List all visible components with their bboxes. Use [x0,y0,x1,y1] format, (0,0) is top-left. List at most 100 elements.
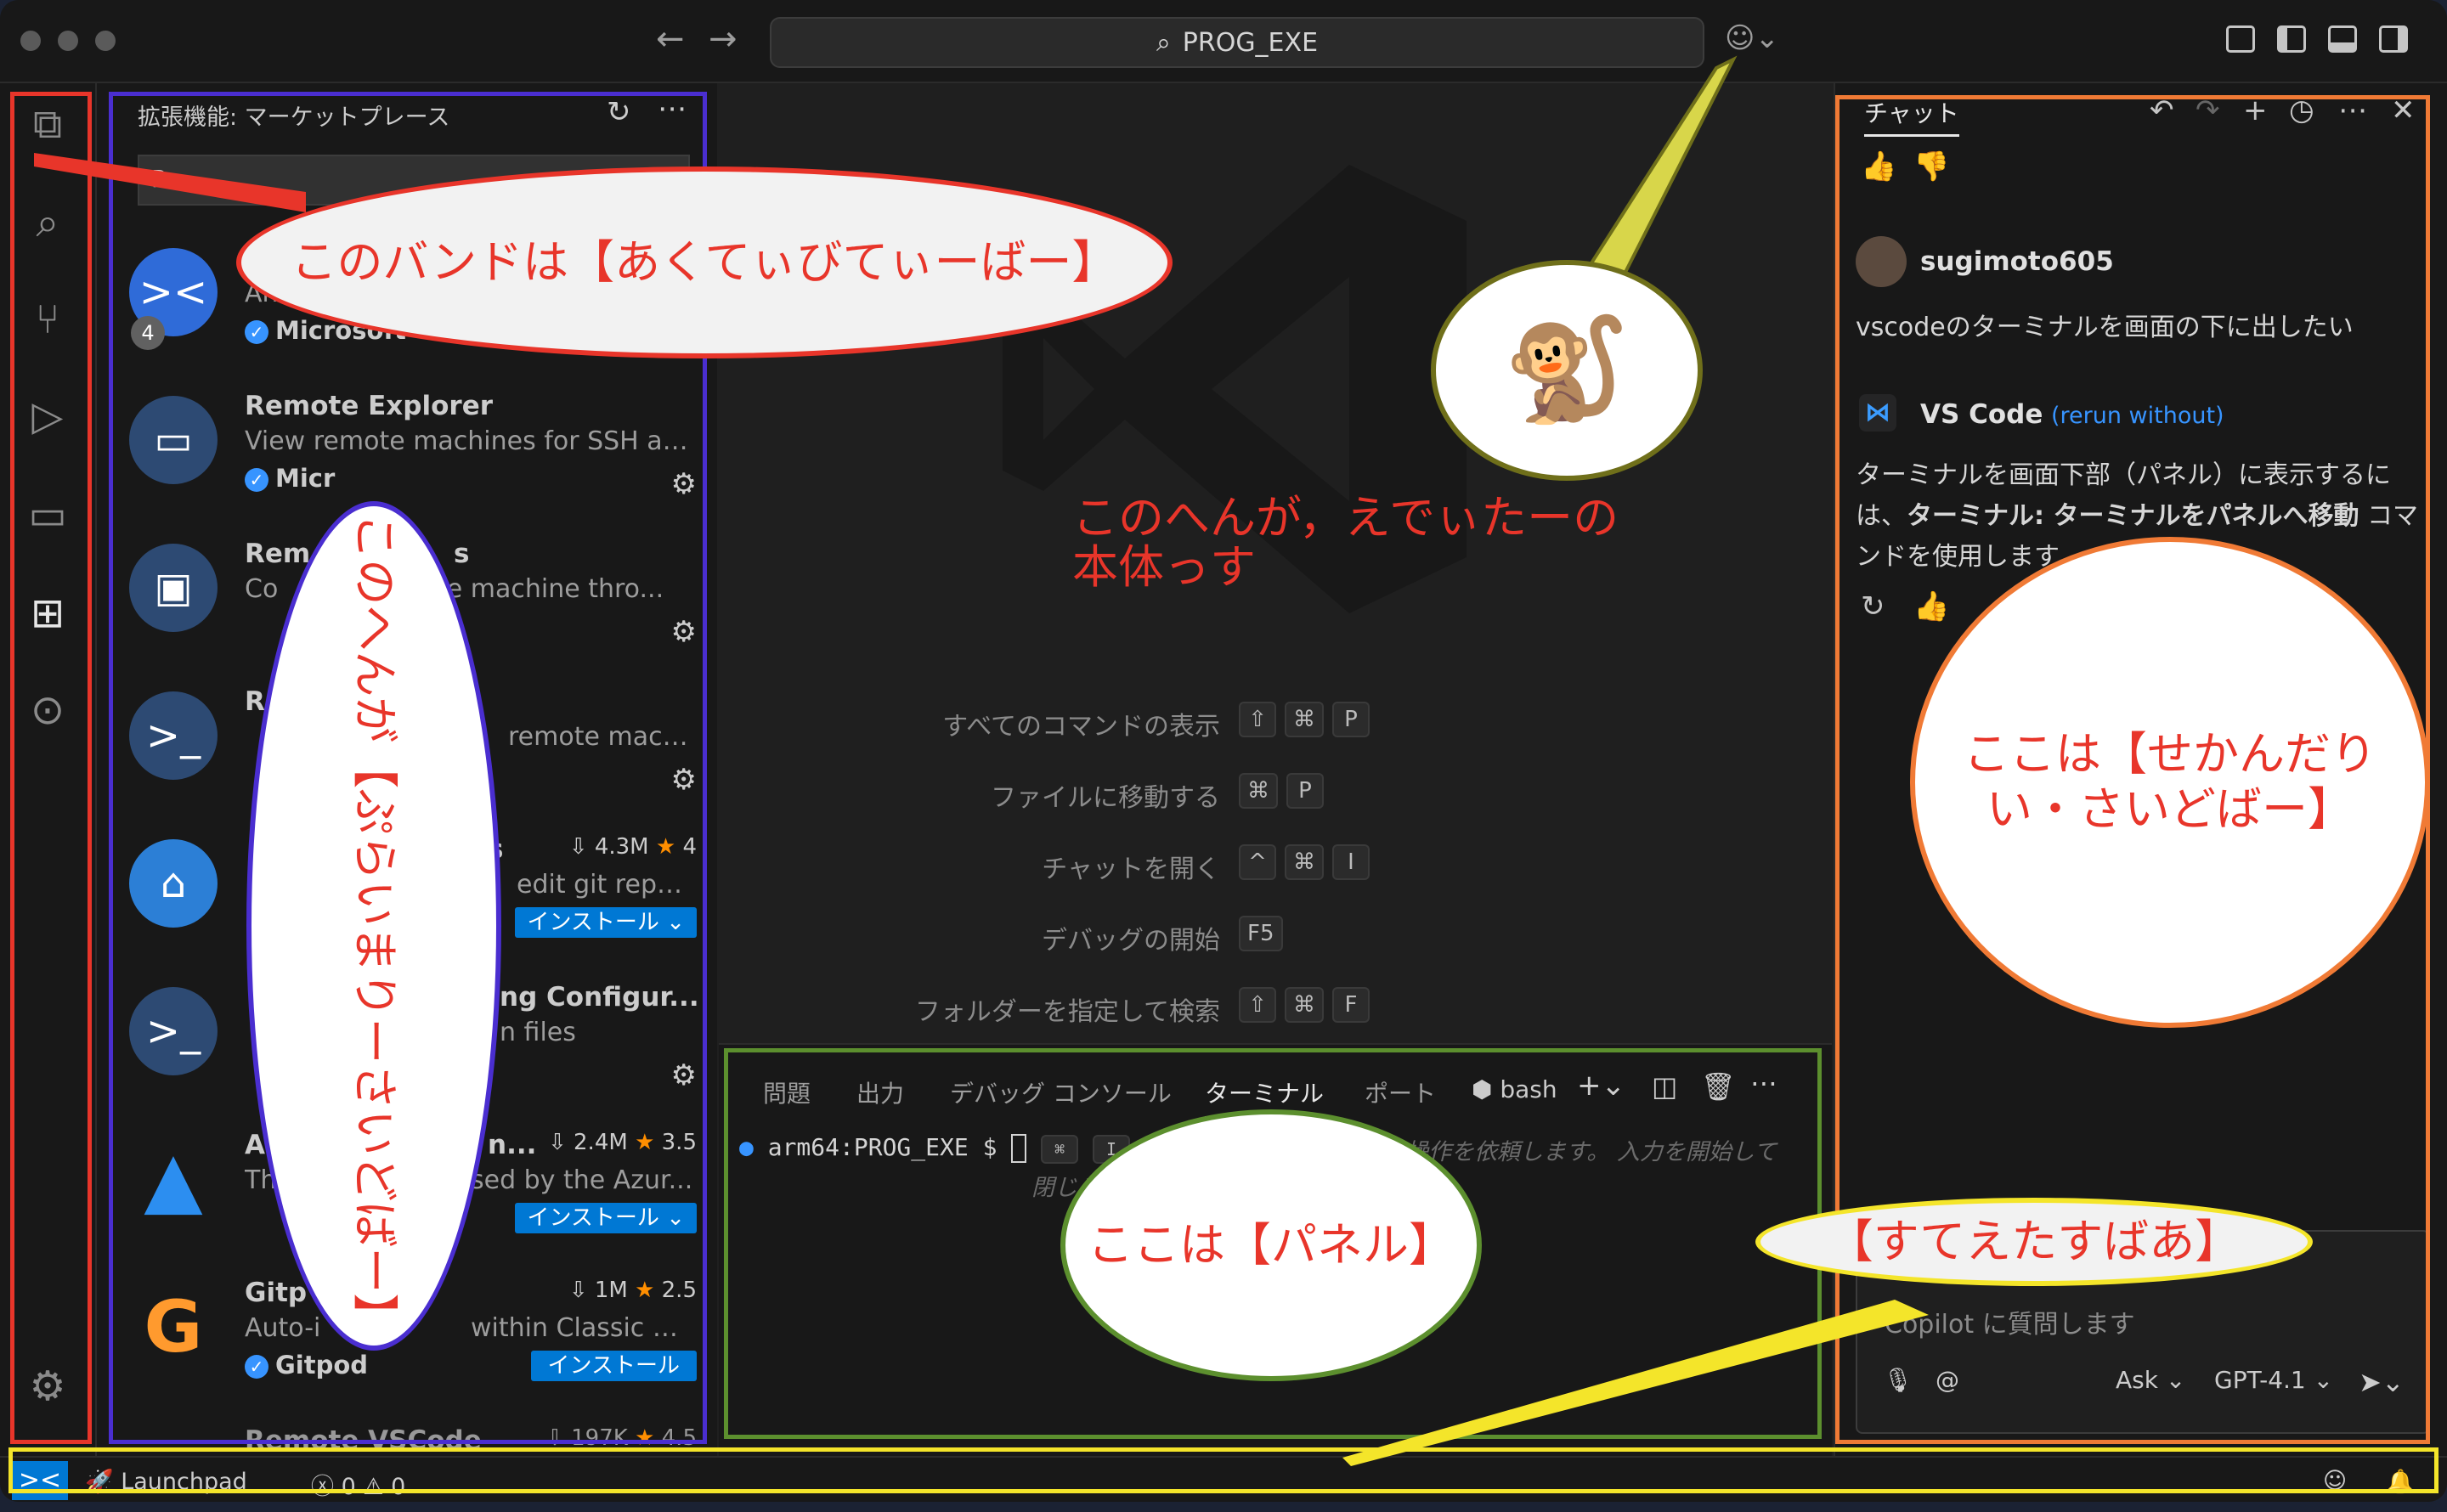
manage-gear-icon[interactable]: ⚙ [671,467,697,501]
thumbs-up-icon[interactable]: 👍 [1861,150,1896,183]
extensions-icon[interactable]: ⊞ [19,584,76,642]
back-arrow-icon[interactable]: ← [656,22,685,56]
install-button[interactable]: インストール ⌄ [515,1203,697,1233]
tab-chat[interactable]: チャット [1864,95,1959,137]
terminal-hint: 操作を依頼します。 入力を開始して [1405,1139,1777,1165]
install-button[interactable]: インストール [530,1351,697,1381]
notifications-bell-icon[interactable]: 🔔 [2386,1468,2415,1495]
shortcut-keys: ⇧ ⌘ P [1239,702,1370,737]
chat-username: sugimoto605 [1920,246,2114,277]
key: I [1332,844,1370,880]
more-actions-icon[interactable]: ⋯ [658,92,687,126]
explorer-icon[interactable]: ⧉ [19,95,76,153]
source-control-icon[interactable]: ⑂ [19,291,76,348]
copilot-icon[interactable]: ☺⌄ [1725,24,1779,53]
manage-gear-icon[interactable]: ⚙ [671,615,697,649]
extension-name-tail: ng Configur... [500,982,699,1013]
git-graph-icon[interactable]: ⊙ [19,681,76,739]
extension-description-tail: remote mach... [508,722,695,752]
command-hint-row: ファイルに移動する ⌘ P [719,771,1832,813]
kill-terminal-icon[interactable]: 🗑 [1701,1070,1736,1103]
command-hint-row: チャットを開く ^ ⌘ I [719,843,1832,884]
shortcut-keys: F5 [1239,916,1283,951]
terminal-shell-selector[interactable]: ⬢ bash [1472,1075,1557,1103]
editor-annotation-line1: このへんが，えでぃたーの [1072,491,1619,544]
secondary-sidebar-annotation-line2: い・さいどばー】 [1986,782,2354,836]
copilot-status-icon[interactable]: ☺ [2323,1468,2347,1494]
run-debug-icon[interactable]: ▷ [19,387,76,445]
minimize-window-button[interactable] [58,31,78,51]
launchpad-item[interactable]: 🚀 Launchpad [85,1468,247,1495]
extension-name: Gitp [245,1278,308,1308]
thumbs-down-icon[interactable]: 👎 [1913,150,1949,183]
tab-output[interactable]: 出力 [856,1075,904,1109]
toggle-panel-icon[interactable] [2328,25,2357,53]
toggle-primary-sidebar-icon[interactable] [2277,25,2306,53]
command-label: チャットを開く [1042,855,1220,884]
manage-gear-icon[interactable]: ⚙ [671,1058,697,1092]
key: F5 [1239,916,1283,951]
refresh-icon[interactable]: ↻ [607,95,631,129]
activity-bar-annotation-text: このバンドは【あくてぃびてぃーばー】 [291,234,1118,289]
model-picker[interactable]: GPT-4.1 ⌄ [2214,1366,2333,1394]
rocket-icon: 🚀 [85,1469,122,1495]
history-icon[interactable]: ◷ [2289,93,2314,127]
panel-annotation: ここは【パネル】 [1060,1109,1482,1381]
new-chat-icon[interactable]: + [2243,93,2268,127]
monitor-extension-icon: ▣ [129,544,218,632]
mention-icon[interactable]: @ [1936,1366,1959,1394]
extension-description-tail: n files [500,1018,576,1047]
mode-picker[interactable]: Ask ⌄ [2116,1366,2185,1394]
remote-explorer-icon[interactable]: ▭ [19,486,76,544]
key: ⌘ [1285,702,1324,737]
primary-sidebar-annotation: このへんが【ぷらいまりーさいどばー】 [246,501,501,1351]
status-bar-annotation-text: 【すてえたすばあ】 [1827,1214,2241,1268]
extension-description-tail: edit git repo... [517,870,695,900]
microphone-icon[interactable]: 🎙 [1883,1366,1913,1394]
terminal-extension-icon: >_ [129,691,218,780]
sidebar-title: 拡張機能: マーケットプレース [138,104,450,131]
thumbs-up-icon[interactable]: 👍 [1913,590,1949,623]
tab-problems[interactable]: 問題 [763,1075,811,1109]
forward-arrow-icon[interactable]: → [709,22,737,56]
remote-indicator-icon[interactable]: >< [12,1461,68,1500]
monkey-bubble: 🐒 [1431,260,1703,481]
rerun-link[interactable]: (rerun without) [2051,403,2224,429]
manage-gear-icon[interactable]: ⚙ [671,763,697,797]
close-icon[interactable]: ✕ [2391,93,2416,127]
command-center-label: PROG_EXE [1182,27,1319,58]
tab-debug-console[interactable]: デバッグ コンソール [950,1075,1172,1109]
more-actions-icon[interactable]: ⋯ [2338,93,2367,127]
gitpod-icon: G [144,1285,203,1368]
problems-indicator[interactable]: ⓧ 0 ⚠ 0 [311,1468,405,1501]
command-center-search[interactable]: ⌕ PROG_EXE [770,17,1704,68]
primary-sidebar-annotation-text: このへんが【ぷらいまりーさいどばー】 [348,512,402,1339]
extension-description-tail: sed by the Azur... [471,1165,693,1195]
search-icon[interactable]: ⌕ [19,194,76,251]
redo-icon[interactable]: ↷ [2196,93,2220,127]
install-button[interactable]: インストール ⌄ [515,907,697,938]
toggle-secondary-sidebar-icon[interactable] [2379,25,2408,53]
undo-icon[interactable]: ↶ [2150,93,2174,127]
command-hint-row: フォルダーを指定して検索 ⇧ ⌘ F [719,985,1832,1027]
split-terminal-icon[interactable]: ◫ [1652,1070,1677,1103]
settings-gear-icon[interactable]: ⚙ [19,1357,76,1415]
verified-icon: ✓ [245,1355,268,1379]
zoom-window-button[interactable] [95,31,116,51]
close-window-button[interactable] [20,31,41,51]
extension-badge: 4 [131,316,165,350]
key: ⌘ [1285,987,1324,1023]
extension-name: Remote Explorer [245,391,494,421]
send-icon[interactable]: ➤⌄ [2359,1366,2405,1398]
new-terminal-icon[interactable]: +⌄ [1577,1069,1625,1103]
extension-item[interactable]: Remote VSCode ⇩ 197K ★ 4.5 [97,1410,717,1456]
secondary-sidebar-annotation: ここは【せかんだり い・さいどばー】 [1910,537,2430,1028]
terminal-prompt[interactable]: ● arm64:PROG_EXE $ ⌘ I [739,1133,1131,1164]
monkey-icon: 🐒 [1503,311,1630,429]
extension-item[interactable]: ▭ Remote Explorer View remote machines f… [97,375,717,522]
customize-layout-icon[interactable] [2226,25,2255,53]
retry-icon[interactable]: ↻ [1861,590,1885,623]
tab-ports[interactable]: ポート [1365,1075,1436,1109]
more-actions-icon[interactable]: ⋯ [1750,1067,1777,1099]
key: P [1332,702,1370,737]
